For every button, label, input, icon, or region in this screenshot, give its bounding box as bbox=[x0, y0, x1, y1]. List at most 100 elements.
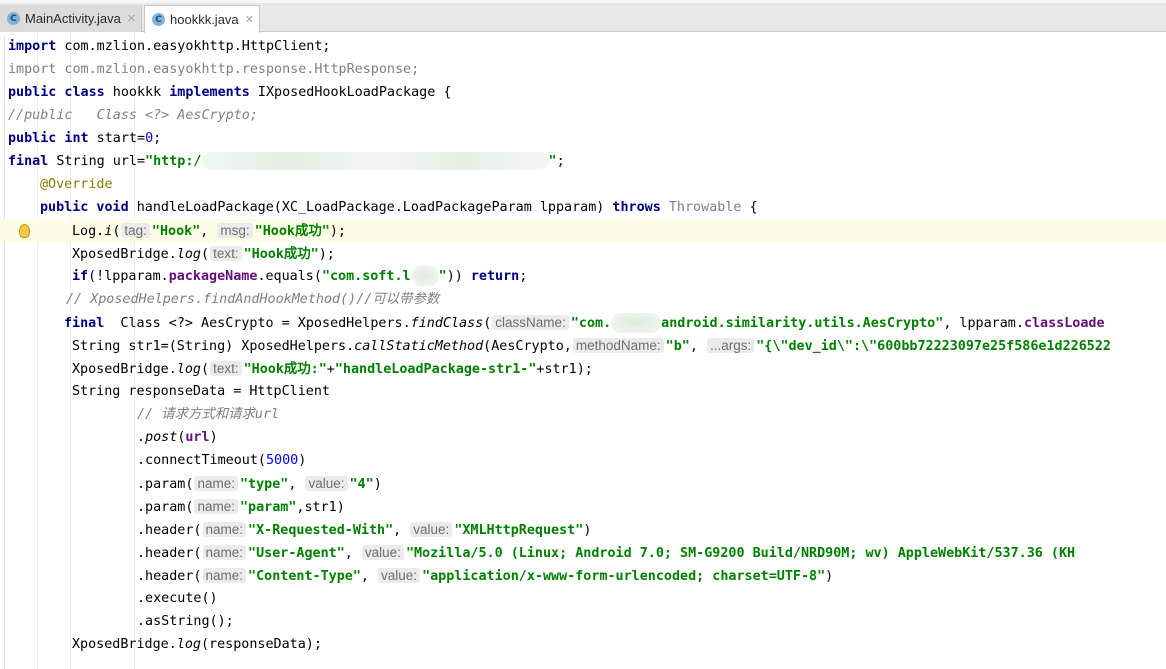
parameter-hint: value: bbox=[305, 476, 348, 491]
code-text: .param( bbox=[137, 500, 194, 515]
code-text: ,str1) bbox=[296, 500, 345, 515]
code-text: String str1=(String) XposedHelpers. bbox=[72, 339, 355, 354]
parameter-hint: name: bbox=[202, 522, 247, 537]
close-icon[interactable]: ✕ bbox=[245, 13, 254, 26]
code-text: + bbox=[326, 362, 335, 377]
keyword: final bbox=[8, 154, 49, 169]
string-literal: "com. bbox=[570, 316, 612, 331]
code-text: com.mzlion.easyokhttp.HttpClient; bbox=[56, 39, 331, 54]
code-line: import com.mzlion.easyokhttp.response.Ht… bbox=[0, 58, 1166, 81]
parameter-hint: msg: bbox=[217, 223, 253, 238]
string-literal: "com.soft.l bbox=[321, 269, 411, 284]
tab-label: hookkk.java bbox=[170, 12, 239, 27]
string-literal: "Hook成功" bbox=[243, 247, 319, 262]
code-text: , bbox=[393, 523, 410, 538]
code-text: Log. bbox=[72, 224, 105, 239]
code-text: , bbox=[689, 339, 706, 354]
string-literal: android.similarity.utils.AesCrypto" bbox=[661, 316, 944, 331]
keyword: if bbox=[72, 269, 89, 284]
string-literal: "Hook成功" bbox=[254, 224, 330, 239]
class-name: hookkk bbox=[104, 85, 170, 100]
code-text: , bbox=[360, 569, 378, 584]
code-text: { bbox=[741, 200, 758, 215]
string-literal: "application/x-www-form-urlencoded; char… bbox=[422, 569, 826, 584]
code-line: final Class <?> AesCrypto = XposedHelper… bbox=[0, 311, 1166, 334]
code-text: , bbox=[288, 477, 305, 492]
keyword: import bbox=[8, 39, 57, 54]
code-text: , bbox=[200, 224, 217, 239]
parameter-hint: methodName: bbox=[572, 338, 664, 353]
lightbulb-icon[interactable] bbox=[19, 224, 30, 238]
string-literal: " bbox=[438, 269, 447, 284]
code-text: .execute() bbox=[137, 591, 218, 606]
code-text: .equals( bbox=[257, 269, 322, 284]
parameter-hint: value: bbox=[361, 545, 404, 560]
parameter-hint: name: bbox=[202, 545, 247, 560]
code-line: .asString(); bbox=[0, 610, 1166, 633]
comment: // 请求方式和请求url bbox=[137, 407, 280, 422]
keyword: public class bbox=[8, 85, 105, 100]
method-name: callStaticMethod bbox=[354, 339, 484, 354]
parameter-hint: ...args: bbox=[706, 338, 755, 353]
string-literal: "Mozilla/5.0 (Linux; Android 7.0; SM-G92… bbox=[405, 546, 1076, 561]
parameter-hint: name: bbox=[194, 499, 238, 514]
code-line: public void handleLoadPackage(XC_LoadPac… bbox=[0, 196, 1166, 219]
comment: //public Class <?> AesCrypto; bbox=[8, 108, 258, 123]
code-text: ); bbox=[318, 247, 335, 262]
redacted-blur bbox=[201, 152, 549, 170]
code-text: String responseData = HttpClient bbox=[72, 384, 330, 399]
code-text: XposedBridge. bbox=[72, 637, 177, 652]
code-text: start= bbox=[88, 131, 146, 146]
keyword: public int bbox=[8, 131, 89, 146]
code-line: //public Class <?> AesCrypto; bbox=[0, 104, 1166, 127]
parameter-hint: className: bbox=[492, 315, 569, 330]
tab-label: MainActivity.java bbox=[25, 11, 121, 26]
string-literal: "Hook" bbox=[151, 224, 201, 239]
close-icon[interactable]: ✕ bbox=[127, 12, 136, 25]
code-line: public class hookkk implements IXposedHo… bbox=[0, 81, 1166, 104]
redacted-blur bbox=[611, 313, 662, 333]
comment: // XposedHelpers.findAndHookMethod()//可以… bbox=[66, 292, 440, 307]
code-line: XposedBridge.log(text: "Hook成功"); bbox=[0, 242, 1166, 265]
code-line: import com.mzlion.easyokhttp.HttpClient; bbox=[0, 35, 1166, 58]
string-literal: "handleLoadPackage-str1-" bbox=[334, 362, 537, 377]
code-text: .param( bbox=[137, 477, 194, 492]
code-text: ( bbox=[201, 247, 210, 262]
code-text: ( bbox=[483, 316, 492, 331]
code-line: .header(name: "Content-Type", value: "appl… bbox=[0, 564, 1166, 587]
code-line: // XposedHelpers.findAndHookMethod()//可以… bbox=[0, 288, 1166, 311]
tab-hookkk[interactable]: C hookkk.java ✕ bbox=[144, 5, 260, 33]
code-line: .connectTimeout(5000) bbox=[0, 449, 1166, 472]
code-text: +str1); bbox=[536, 362, 593, 377]
string-literal: "type" bbox=[239, 477, 289, 492]
code-text: ) bbox=[825, 569, 834, 584]
parameter-hint: name: bbox=[194, 476, 238, 491]
string-literal: "4" bbox=[349, 477, 374, 492]
redacted-blur bbox=[410, 266, 439, 286]
code-text: ) bbox=[373, 477, 382, 492]
code-line-current: Log.i(tag: "Hook", msg: "Hook成功"); bbox=[0, 219, 1166, 242]
code-text: ; bbox=[519, 269, 528, 284]
code-text: (!lpparam. bbox=[88, 269, 169, 284]
tab-mainactivity[interactable]: C MainActivity.java ✕ bbox=[0, 5, 142, 32]
code-line: public int start=0; bbox=[0, 127, 1166, 150]
unused-type: Throwable bbox=[660, 200, 742, 215]
code-text: ) bbox=[209, 430, 218, 445]
code-line: // 请求方式和请求url bbox=[0, 403, 1166, 426]
method-name: log bbox=[176, 362, 201, 377]
code-text: XposedBridge. bbox=[72, 362, 177, 377]
code-text: ( bbox=[112, 224, 121, 239]
field-name: url bbox=[185, 430, 210, 445]
keyword: return bbox=[470, 269, 520, 284]
editor-tab-bar: C MainActivity.java ✕ C hookkk.java ✕ bbox=[0, 0, 1166, 33]
code-editor[interactable]: import com.mzlion.easyokhttp.HttpClient;… bbox=[0, 35, 1166, 669]
code-text: .header( bbox=[137, 569, 202, 584]
keyword: public void bbox=[40, 200, 129, 215]
string-literal: "b" bbox=[665, 339, 690, 354]
code-text: handleLoadPackage(XC_LoadPackage.LoadPac… bbox=[128, 200, 613, 215]
code-text: . bbox=[137, 430, 146, 445]
code-line: .header(name: "User-Agent", value: "Mozill… bbox=[0, 541, 1166, 564]
code-line: String str1=(String) XposedHelpers.callS… bbox=[0, 334, 1166, 357]
code-text: IXposedHookLoadPackage { bbox=[249, 85, 452, 100]
parameter-hint: text: bbox=[210, 361, 242, 376]
